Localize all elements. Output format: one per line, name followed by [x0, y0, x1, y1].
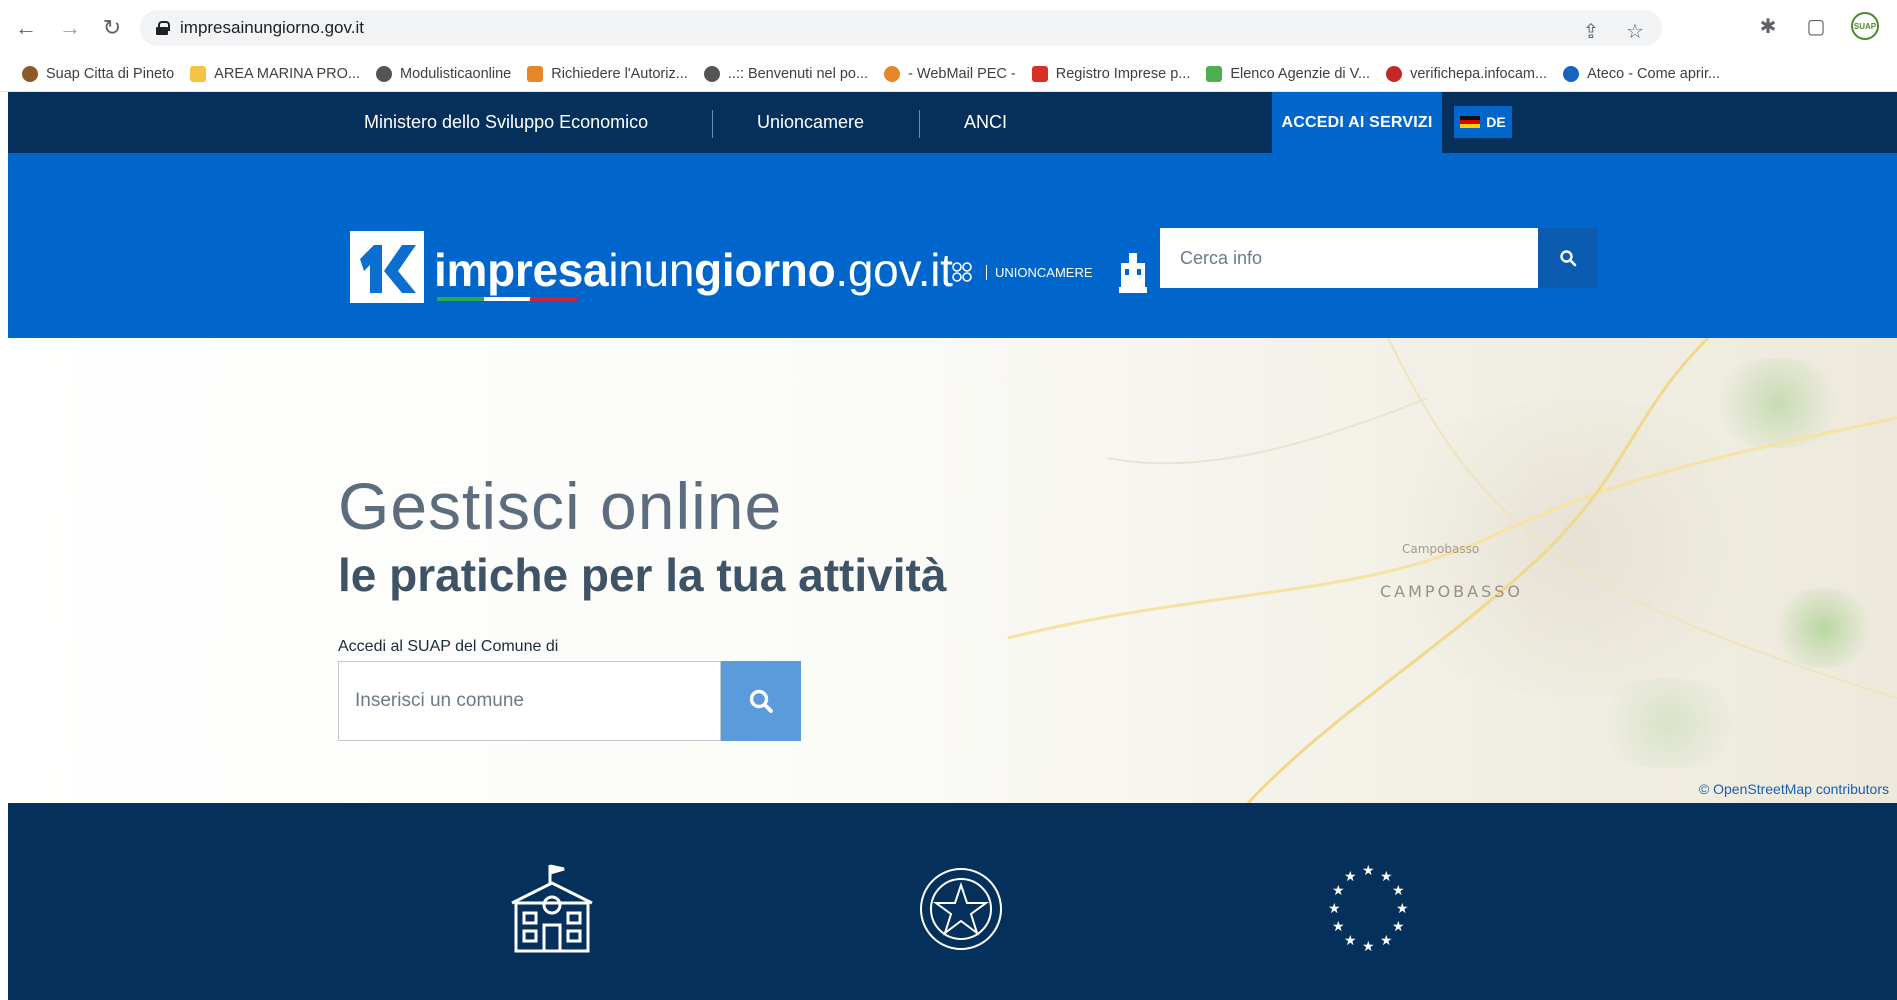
- comune-field-label: Accedi al SUAP del Comune di: [338, 638, 559, 655]
- map-attribution-link[interactable]: © OpenStreetMap contributors: [1699, 781, 1889, 797]
- site-top-nav: Ministero dello Sviluppo Economico Union…: [8, 92, 1897, 153]
- site-logo-text[interactable]: impresainungiorno.gov.it: [434, 243, 953, 297]
- map-roads: [1008, 338, 1897, 803]
- folder-icon: [190, 65, 207, 82]
- bookmark-favicon-icon: [527, 65, 544, 82]
- lock-icon: [156, 21, 170, 35]
- site-search-button[interactable]: [1538, 228, 1598, 288]
- search-icon: [749, 689, 773, 713]
- bookmark-favicon-icon: [1031, 65, 1048, 82]
- bookmark-item[interactable]: Richiedere l'Autoriz...: [527, 65, 688, 82]
- comune-search-button[interactable]: [721, 661, 801, 741]
- hero-title: Gestisci online: [338, 469, 783, 543]
- back-icon[interactable]: ←: [8, 10, 44, 46]
- bookmark-item[interactable]: Suap Citta di Pineto: [22, 65, 174, 82]
- italian-flag-stripe: [437, 297, 578, 301]
- svg-text:★: ★: [1328, 901, 1341, 917]
- german-flag-icon: [1460, 116, 1481, 128]
- bookmark-favicon-icon: [1206, 65, 1223, 82]
- bookmark-item[interactable]: verifichepa.infocam...: [1386, 65, 1547, 82]
- bookmark-item[interactable]: ..:: Benvenuti nel po...: [703, 65, 868, 82]
- svg-text:★: ★: [1392, 919, 1405, 935]
- profile-avatar[interactable]: SUAP: [1851, 12, 1879, 40]
- browser-toolbar: ← → ↻ impresainungiorno.gov.it ⇪ ☆ ✱ ▢ S…: [0, 0, 1897, 56]
- star-icon[interactable]: ☆: [1622, 18, 1648, 44]
- share-icon[interactable]: ⇪: [1578, 18, 1604, 44]
- forward-icon[interactable]: →: [52, 10, 88, 46]
- svg-text:★: ★: [1344, 933, 1357, 949]
- topnav-divider: [712, 110, 713, 138]
- topnav-link-anci[interactable]: ANCI: [964, 92, 1007, 153]
- bookmarks-bar: Suap Citta di Pineto AREA MARINA PRO... …: [0, 56, 1897, 92]
- svg-text:★: ★: [1344, 869, 1357, 885]
- address-bar[interactable]: impresainungiorno.gov.it ⇪ ☆: [140, 10, 1662, 46]
- topnav-link-mise[interactable]: Ministero dello Sviluppo Economico: [364, 92, 648, 153]
- hero-subtitle: le pratiche per la tua attività: [338, 549, 947, 601]
- school-building-icon[interactable]: [502, 863, 602, 960]
- bookmark-item[interactable]: Registro Imprese p...: [1031, 65, 1190, 82]
- globe-icon: [703, 65, 720, 82]
- language-switch-button[interactable]: DE: [1454, 106, 1512, 138]
- globe-icon: [376, 65, 393, 82]
- site-logo-icon[interactable]: [350, 231, 424, 303]
- url-text[interactable]: impresainungiorno.gov.it: [180, 18, 364, 38]
- svg-text:★: ★: [1396, 901, 1409, 917]
- topnav-link-unioncamere[interactable]: Unioncamere: [757, 92, 864, 153]
- bookmark-item[interactable]: - WebMail PEC -: [884, 65, 1016, 82]
- services-band: ★ ★ ★ ★ ★ ★ ★ ★ ★ ★ ★ ★: [8, 803, 1897, 1000]
- bookmark-favicon-icon: [22, 65, 38, 82]
- european-union-stars-icon[interactable]: ★ ★ ★ ★ ★ ★ ★ ★ ★ ★ ★ ★: [1318, 863, 1418, 960]
- map-label-city: CAMPOBASSO: [1380, 582, 1523, 601]
- bookmark-item[interactable]: AREA MARINA PRO...: [190, 65, 360, 82]
- hero-section: Campobasso CAMPOBASSO Gestisci online le…: [8, 338, 1897, 803]
- svg-text:★: ★: [1362, 939, 1375, 955]
- search-icon: [1560, 250, 1577, 267]
- bookmark-favicon-icon: [884, 65, 901, 82]
- extensions-icon[interactable]: ✱: [1755, 13, 1781, 39]
- map-label-small: Campobasso: [1402, 542, 1480, 556]
- site-search-input[interactable]: Cerca info: [1160, 228, 1540, 288]
- bookmark-item[interactable]: Modulisticaonline: [376, 65, 511, 82]
- partner-logos: UNIONCAMERE: [948, 249, 1149, 295]
- bookmark-item[interactable]: Elenco Agenzie di V...: [1206, 65, 1370, 82]
- comune-search-input[interactable]: Inserisci un comune: [338, 661, 721, 741]
- svg-text:★: ★: [1362, 863, 1375, 879]
- svg-text:★: ★: [1392, 883, 1405, 899]
- unioncamere-logo-icon: [952, 262, 972, 282]
- site-header: impresainungiorno.gov.it UNIONCAMERE Cer…: [8, 153, 1897, 338]
- bookmark-item[interactable]: Ateco - Come aprir...: [1563, 65, 1720, 82]
- bookmark-favicon-icon: [1386, 65, 1403, 82]
- accedi-ai-servizi-button[interactable]: ACCEDI AI SERVIZI: [1272, 92, 1442, 153]
- reload-icon[interactable]: ↻: [94, 10, 130, 46]
- side-panel-icon[interactable]: ▢: [1803, 13, 1829, 39]
- svg-text:★: ★: [1380, 869, 1393, 885]
- svg-text:★: ★: [1332, 883, 1345, 899]
- bookmark-favicon-icon: [1563, 65, 1580, 82]
- svg-text:★: ★: [1332, 919, 1345, 935]
- topnav-divider: [919, 110, 920, 138]
- italian-republic-emblem-icon[interactable]: [918, 863, 1004, 960]
- anci-logo-icon: [1118, 253, 1147, 293]
- unioncamere-label: UNIONCAMERE: [986, 264, 1093, 280]
- svg-text:★: ★: [1380, 933, 1393, 949]
